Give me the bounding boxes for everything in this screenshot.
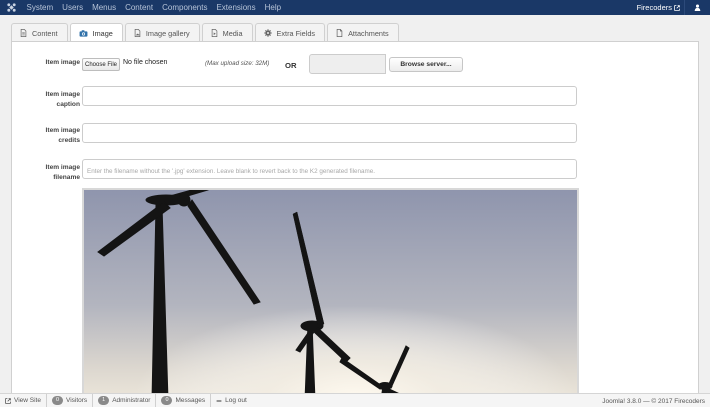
item-tabs: Content Image Image gallery Media Extra … [11, 23, 401, 43]
admin-count-badge: 1 [98, 396, 110, 405]
choose-file-button[interactable]: Choose File [82, 58, 120, 71]
menu-content[interactable]: Content [121, 0, 158, 15]
admin-menu-bar: System Users Menus Content Components Ex… [0, 0, 710, 15]
user-icon [694, 4, 701, 11]
tab-attachments-label: Attachments [348, 28, 389, 38]
tab-attachments[interactable]: Attachments [327, 23, 399, 42]
item-image-filename-input[interactable] [83, 162, 576, 181]
external-link-icon [674, 4, 680, 11]
server-image-path-field[interactable] [309, 54, 386, 74]
tab-extra-fields[interactable]: Extra Fields [254, 23, 326, 42]
item-image-caption-input[interactable] [83, 89, 576, 108]
menu-extensions[interactable]: Extensions [212, 0, 260, 15]
messages-count-badge: 0 [161, 396, 173, 405]
messages-label: Messages [175, 397, 206, 404]
menu-help[interactable]: Help [260, 0, 285, 15]
tab-content[interactable]: Content [11, 23, 68, 42]
visitors-status[interactable]: 0 Visitors [47, 393, 94, 407]
status-bar: View Site 0 Visitors 1 Administrator 0 M… [0, 393, 710, 407]
item-image-credits-label: Item image credits [12, 126, 80, 145]
main-menu: System Users Menus Content Components Ex… [22, 0, 286, 15]
footer-copyright: Joomla! 3.8.0 — © 2017 Firecoders [602, 397, 705, 405]
view-site-label: View Site [14, 397, 41, 404]
max-upload-size-hint: (Max upload size: 32M) [205, 60, 270, 67]
visitors-count-badge: 0 [51, 396, 63, 405]
site-link[interactable]: Firecoders [637, 3, 684, 12]
credits-label-line1: Item image [45, 127, 80, 134]
caption-label-line1: Item image [45, 91, 80, 98]
tab-image-gallery-label: Image gallery [145, 28, 190, 38]
menu-components[interactable]: Components [158, 0, 212, 15]
or-separator: OR [285, 61, 297, 70]
document-icon [20, 29, 27, 37]
user-menu-button[interactable] [684, 0, 710, 15]
joomla-logo-icon[interactable] [0, 0, 22, 15]
media-file-icon [211, 29, 217, 37]
view-site-link[interactable]: View Site [0, 393, 47, 407]
item-image-label: Item image [12, 58, 80, 68]
item-image-label-text: Item image [45, 59, 80, 66]
browse-server-button[interactable]: Browse server... [389, 57, 463, 72]
item-image-credits-input[interactable] [83, 126, 576, 145]
item-image-preview [82, 188, 579, 397]
filename-label-line1: Item image [45, 164, 80, 171]
item-image-filename-field[interactable] [82, 159, 577, 181]
image-tab-panel: Item image Choose File No file chosen (M… [11, 41, 699, 397]
item-image-caption-label: Item image caption [12, 90, 80, 109]
item-image-filename-label: Item image filename [12, 163, 80, 182]
logout-link[interactable]: Log out [211, 394, 252, 407]
tab-image-label: Image [92, 29, 113, 38]
minus-icon [216, 399, 222, 402]
no-file-chosen-text: No file chosen [123, 59, 168, 66]
filename-label-line2: filename [53, 173, 80, 181]
wind-turbines-photo [84, 190, 577, 397]
credits-label-line2: credits [58, 136, 80, 144]
tab-media-label: Media [222, 28, 243, 38]
tab-content-label: Content [32, 28, 58, 38]
external-link-icon [5, 397, 11, 404]
menu-menus[interactable]: Menus [88, 0, 121, 15]
item-image-credits-field[interactable] [82, 123, 577, 145]
tab-image-gallery[interactable]: Image gallery [124, 23, 200, 42]
tab-extra-fields-label: Extra Fields [276, 28, 316, 38]
camera-icon [79, 30, 87, 37]
administrator-label: Administrator [112, 397, 151, 404]
image-file-icon [134, 29, 141, 37]
item-image-caption-field[interactable] [82, 86, 577, 108]
file-icon [336, 29, 343, 37]
caption-label-line2: caption [56, 100, 80, 108]
menu-system[interactable]: System [22, 0, 58, 15]
tab-image[interactable]: Image [69, 23, 123, 43]
tab-media[interactable]: Media [201, 23, 253, 42]
logout-label: Log out [225, 397, 247, 404]
messages-status[interactable]: 0 Messages [156, 393, 212, 407]
administrator-status[interactable]: 1 Administrator [93, 393, 157, 407]
visitors-label: Visitors [65, 397, 88, 404]
site-name: Firecoders [636, 3, 672, 12]
gear-icon [263, 29, 272, 37]
menu-users[interactable]: Users [58, 0, 88, 15]
